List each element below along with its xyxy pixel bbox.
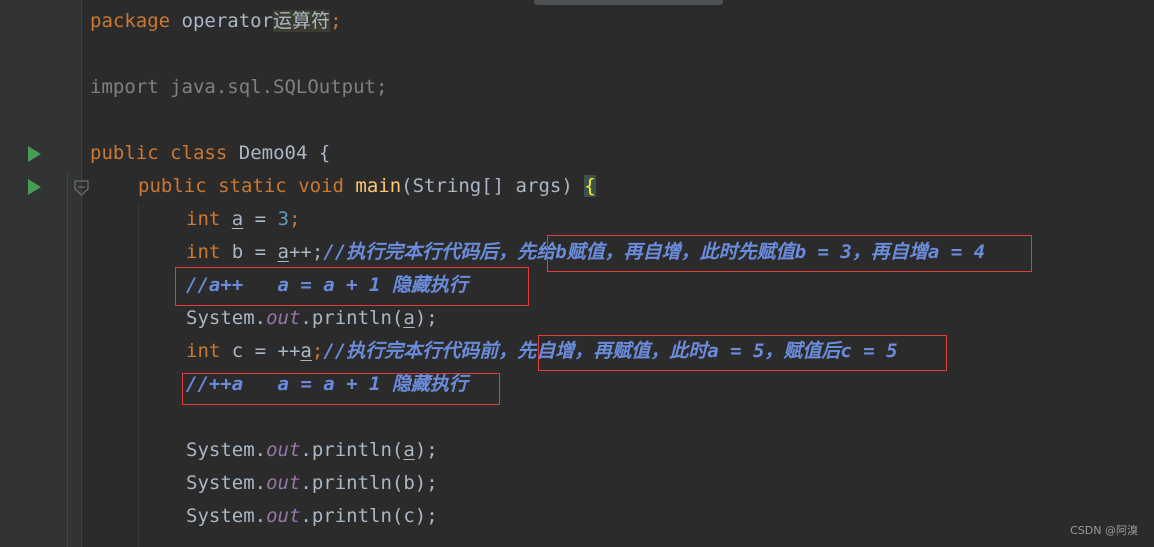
code-line-import[interactable]: import java.sql.SQLOutput; — [90, 71, 387, 104]
code-line-class[interactable]: public class Demo04 { — [90, 137, 330, 170]
static-field: out — [266, 307, 301, 329]
code-text: ); — [414, 439, 438, 461]
run-main-icon[interactable] — [28, 179, 41, 195]
annotation-box — [175, 267, 529, 306]
keyword: package — [90, 10, 171, 32]
brace: { — [318, 142, 331, 164]
variable: a — [277, 241, 289, 263]
code-line-println-a2[interactable]: System.out.println(a); — [186, 434, 438, 467]
method-call: .println( — [300, 307, 404, 329]
code-text: ); — [414, 307, 438, 329]
keyword: void — [298, 175, 344, 197]
package-name-cjk: 运算符 — [273, 10, 331, 32]
class-ref: System. — [186, 505, 267, 527]
keyword: public — [138, 175, 207, 197]
variable: a — [300, 340, 312, 362]
class-ref: System. — [186, 472, 267, 494]
code-line-package[interactable]: package operator运算符; — [90, 5, 342, 38]
params: (String[] args) — [401, 175, 573, 197]
indent-guide — [138, 205, 139, 547]
static-field: out — [266, 472, 301, 494]
semicolon: ; — [311, 340, 324, 362]
keyword: int — [186, 241, 221, 263]
method-name: main — [355, 175, 402, 197]
semicolon: ; — [289, 208, 301, 230]
operator: ++; — [288, 241, 324, 263]
keyword: int — [186, 340, 221, 362]
keyword: int — [186, 208, 221, 230]
keyword: static — [218, 175, 287, 197]
method-call: .println(c); — [300, 505, 438, 527]
annotation-box — [182, 373, 500, 405]
keyword: class — [170, 142, 228, 164]
code-line-println-b[interactable]: System.out.println(b); — [186, 467, 438, 500]
keyword: public — [90, 142, 159, 164]
semicolon: ; — [330, 10, 342, 32]
operator: = — [243, 208, 278, 230]
gutter-separator — [81, 0, 82, 547]
class-ref: System. — [186, 307, 267, 329]
annotation-box — [547, 235, 1032, 272]
code-line-int-a[interactable]: int a = 3; — [186, 203, 300, 236]
code-line-println-c[interactable]: System.out.println(c); — [186, 500, 438, 533]
watermark: CSDN @阿溴 — [1070, 524, 1138, 537]
brace-highlight: { — [584, 175, 596, 197]
code-text: c = ++ — [220, 340, 301, 362]
number-literal: 3 — [277, 208, 290, 230]
horizontal-scrollbar-thumb[interactable] — [534, 0, 723, 5]
package-name: operator — [181, 10, 274, 32]
run-class-icon[interactable] — [28, 146, 41, 162]
code-line-println-a[interactable]: System.out.println(a); — [186, 302, 438, 335]
annotation-box — [538, 335, 947, 371]
variable: a — [403, 439, 415, 461]
editor-gutter — [0, 0, 82, 547]
static-field: out — [266, 439, 301, 461]
code-line-main[interactable]: public static void main(String[] args) { — [138, 170, 596, 203]
fold-guide-line — [67, 172, 68, 547]
class-name: Demo04 — [238, 142, 308, 164]
class-ref: System. — [186, 439, 267, 461]
code-text: b = — [220, 241, 278, 263]
method-call: .println(b); — [300, 472, 438, 494]
fold-marker-icon[interactable] — [74, 180, 89, 196]
method-call: .println( — [300, 439, 404, 461]
variable: a — [403, 307, 415, 329]
static-field: out — [266, 505, 301, 527]
variable: a — [231, 208, 244, 230]
